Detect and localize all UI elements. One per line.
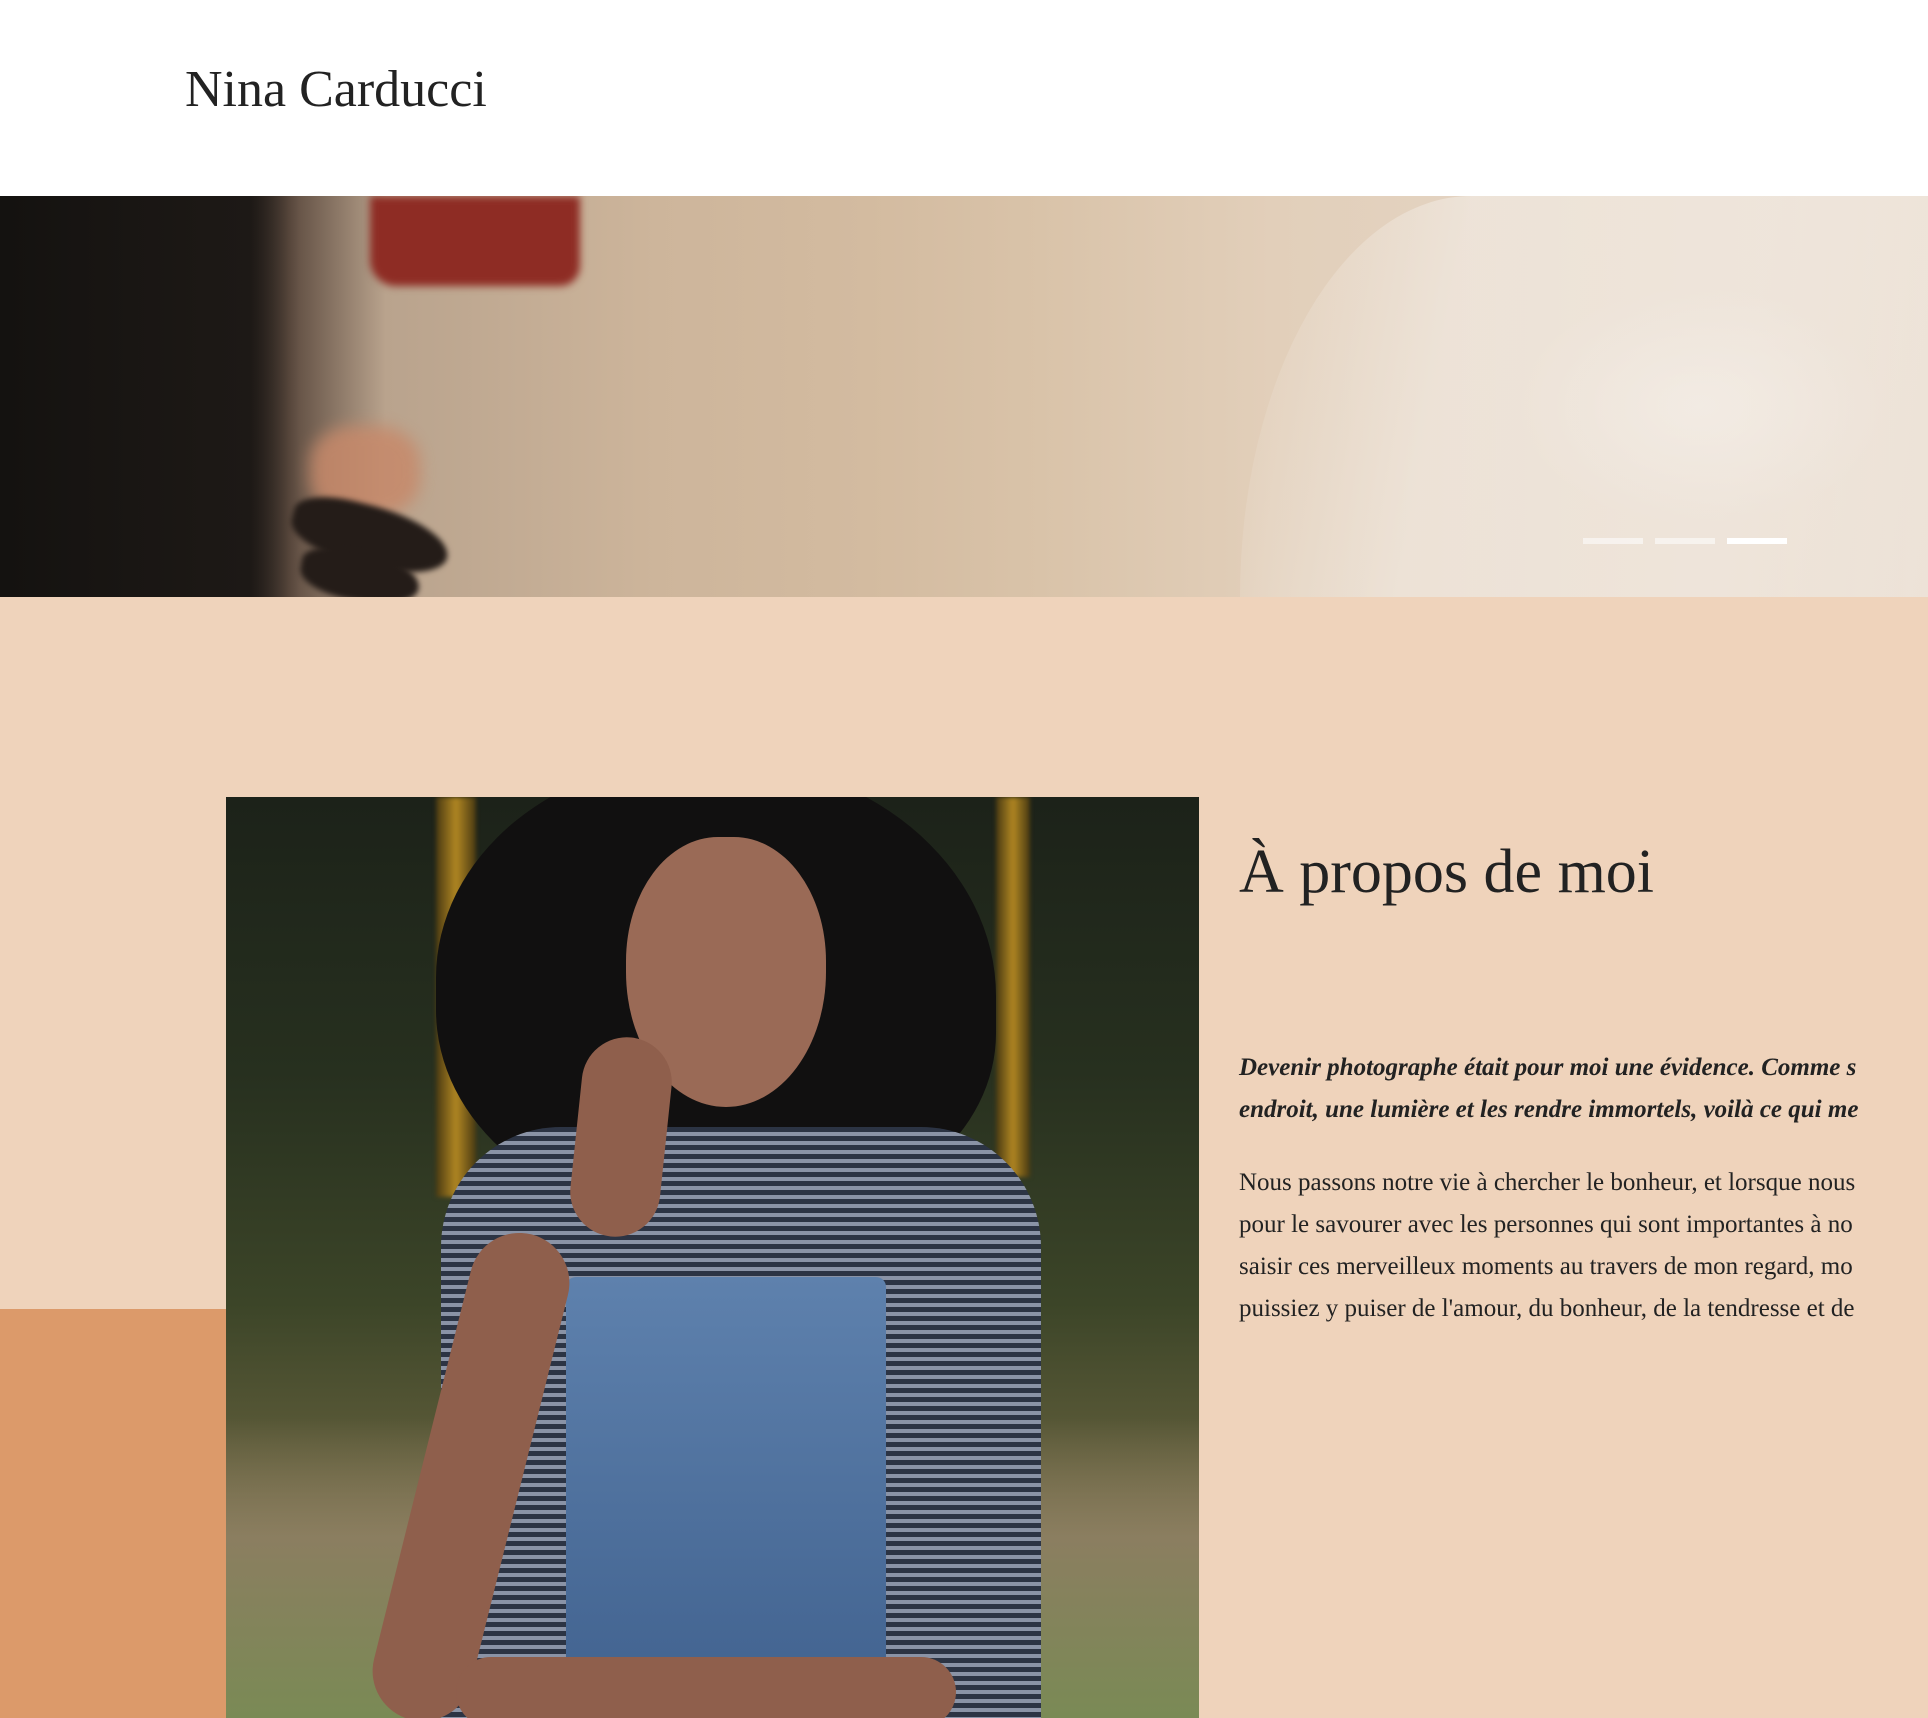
carousel-indicator-1[interactable]	[1583, 538, 1643, 544]
hero-red-dress	[370, 196, 580, 286]
about-heading: À propos de moi	[1239, 838, 1655, 906]
hero-dark-figure	[0, 196, 300, 597]
about-lead-line: Devenir photographe était pour moi une é…	[1239, 1054, 1857, 1081]
hero-wedding-veil	[1240, 196, 1928, 597]
about-section: À propos de moi Devenir photographe étai…	[0, 597, 1928, 1718]
about-body-line: saisir ces merveilleux moments au traver…	[1239, 1253, 1853, 1280]
photo-bamboo-trunk	[996, 797, 1030, 1177]
site-header: Nina Carducci	[0, 0, 1928, 196]
about-body-line: Nous passons notre vie à chercher le bon…	[1239, 1169, 1856, 1196]
carousel-indicator-2[interactable]	[1655, 538, 1715, 544]
site-title[interactable]: Nina Carducci	[185, 60, 487, 120]
about-body-line: pour le savourer avec les personnes qui …	[1239, 1211, 1853, 1238]
about-portrait-photo	[226, 797, 1199, 1718]
photo-denim-overalls	[566, 1277, 886, 1718]
about-content: À propos de moi Devenir photographe étai…	[1239, 837, 1928, 1322]
photo-folded-arm	[456, 1657, 956, 1718]
about-lead-paragraph: Devenir photographe était pour moi une é…	[1239, 1047, 1928, 1131]
about-body-paragraph: Nous passons notre vie à chercher le bon…	[1239, 1162, 1928, 1330]
about-lead-line: endroit, une lumière et les rendre immor…	[1239, 1096, 1859, 1123]
carousel-indicators	[1583, 538, 1787, 544]
about-body-line: puissiez y puiser de l'amour, du bonheur…	[1239, 1295, 1855, 1322]
about-accent-block	[0, 1309, 226, 1718]
hero-carousel[interactable]	[0, 196, 1928, 597]
carousel-indicator-3-active[interactable]	[1727, 538, 1787, 544]
